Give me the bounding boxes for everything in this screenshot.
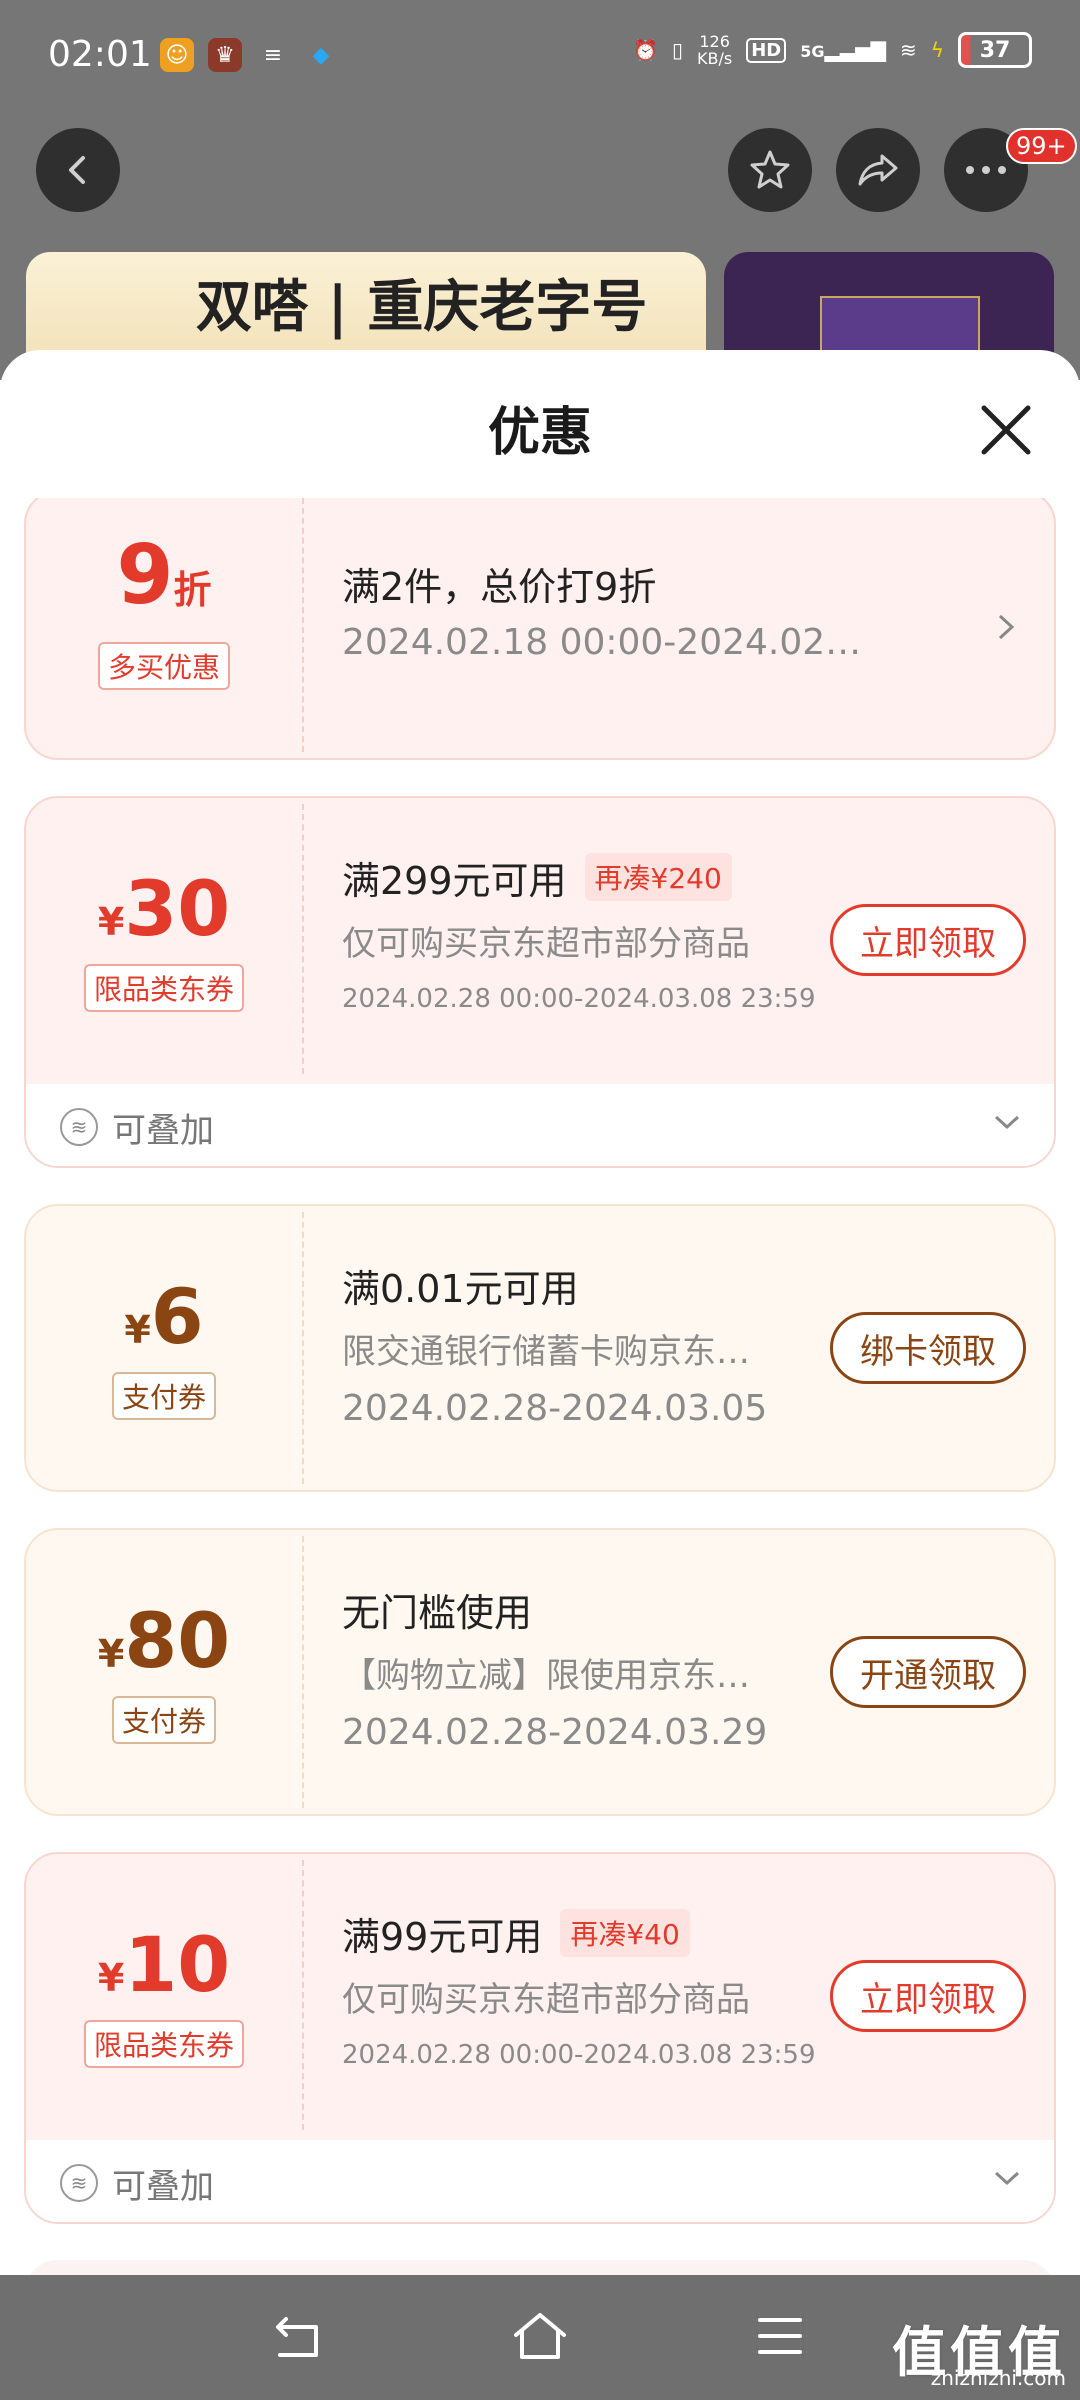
storage-notification-icon: ≡ — [263, 42, 283, 68]
stack-icon: ≋ — [60, 1108, 98, 1146]
stack-icon: ≋ — [60, 2164, 98, 2202]
sheet-title: 优惠 — [487, 403, 592, 463]
claim-coupon-button[interactable]: 立即领取 — [830, 1960, 1026, 2032]
watermark-domain: zhizhizhi.com — [930, 2366, 1066, 2390]
coupon-type-tag: 限品类东券 — [83, 2020, 245, 2068]
activate-claim-button[interactable]: 开通领取 — [830, 1636, 1026, 1708]
coupon-condition: 满2件，总价打9折 — [342, 564, 657, 609]
bind-card-claim-button[interactable]: 绑卡领取 — [830, 1312, 1026, 1384]
notification-icons: ☺ ♛ ≡ ◆ — [160, 38, 338, 72]
coupon-card[interactable]: ¥80 支付券 无门槛使用 【购物立减】限使用京东… 2024.02.28-20… — [24, 1528, 1056, 1816]
next-coupon-card-peek — [24, 2260, 1056, 2275]
coupon-currency: ¥ — [97, 1632, 125, 1676]
claim-coupon-button[interactable]: 立即领取 — [830, 904, 1026, 976]
chevron-down-icon — [994, 1115, 1020, 1130]
dashed-divider — [302, 498, 304, 752]
coupon-date: 2024.02.28-2024.03.05 — [342, 1388, 768, 1429]
coupon-sheet: 优惠 9折 多买优惠 满2件，总价打9折 2024.02.18 00:00-20… — [0, 350, 1080, 2275]
signal-icon: 5G▂▃▅▇ — [800, 38, 887, 62]
dashed-divider — [302, 1860, 304, 2130]
coupon-scope: 【购物立减】限使用京东… — [342, 1656, 750, 1696]
coupon-amount-area: ¥6 支付券 — [26, 1206, 302, 1490]
chevron-down-icon — [994, 2171, 1020, 2186]
back-gesture-icon[interactable] — [272, 2313, 328, 2363]
stackable-row[interactable]: ≋ 可叠加 — [26, 2140, 1054, 2222]
wifi-icon: ≋ — [900, 38, 917, 62]
qq-notification-icon: ◆ — [312, 42, 330, 68]
share-icon — [858, 154, 898, 186]
coupon-amount-area: ¥30 限品类东券 — [26, 798, 302, 1084]
coupon-unit: 折 — [173, 568, 212, 612]
coupon-list[interactable]: 9折 多买优惠 满2件，总价打9折 2024.02.18 00:00-2024.… — [0, 498, 1080, 2275]
coupon-type-tag: 限品类东券 — [83, 964, 245, 1012]
game-notification-icon: ♛ — [208, 38, 242, 72]
dashed-divider — [302, 1536, 304, 1808]
coupon-amount: 10 — [124, 1920, 231, 2009]
stackable-label: 可叠加 — [112, 1110, 214, 1151]
star-icon — [750, 150, 790, 189]
coupon-type-tag: 支付券 — [111, 1372, 217, 1420]
chevron-right-icon[interactable] — [994, 610, 1018, 644]
coupon-date: 2024.02.28 00:00-2024.03.08 23:59 — [342, 2040, 816, 2070]
menu-icon[interactable] — [756, 2315, 804, 2357]
status-bar: 02:01 ☺ ♛ ≡ ◆ ⏰ ▯ 126 KB/s HD 5G▂▃▅▇ ≋ ϟ … — [0, 0, 1080, 120]
coupon-amount-area: ¥10 限品类东券 — [26, 1854, 302, 2140]
coupon-info: 无门槛使用 【购物立减】限使用京东… 2024.02.28-2024.03.29 — [342, 1584, 802, 1754]
dashed-divider — [302, 1212, 304, 1484]
coupon-extra-badge: 再凑¥240 — [584, 853, 732, 901]
coupon-extra-badge: 再凑¥40 — [560, 1909, 690, 1957]
banner-brand-text: 双嗒 | 重庆老字号 — [196, 274, 648, 340]
coupon-scope: 仅可购买京东超市部分商品 — [342, 1980, 750, 2020]
coupon-condition: 满299元可用 — [342, 858, 567, 903]
charging-icon: ϟ — [930, 38, 944, 62]
coupon-condition: 满99元可用 — [342, 1914, 543, 1959]
coupon-date: 2024.02.28 00:00-2024.03.08 23:59 — [342, 984, 816, 1014]
coupon-amount: 6 — [150, 1272, 204, 1361]
coupon-info: 满2件，总价打9折 2024.02.18 00:00-2024.02.2… — [342, 558, 862, 672]
coupon-info: 满99元可用 再凑¥40 仅可购买京东超市部分商品 2024.02.28 00:0… — [342, 1908, 816, 2070]
coupon-card[interactable]: ¥6 支付券 满0.01元可用 限交通银行储蓄卡购京东… 2024.02.28-… — [24, 1204, 1056, 1492]
coupon-date: 2024.02.28-2024.03.29 — [342, 1712, 768, 1753]
coupon-card[interactable]: 9折 多买优惠 满2件，总价打9折 2024.02.18 00:00-2024.… — [24, 498, 1056, 760]
home-icon[interactable] — [510, 2309, 570, 2363]
coupon-currency: ¥ — [97, 1956, 125, 2000]
hd-icon: HD — [746, 37, 787, 63]
coupon-type-tag: 支付券 — [111, 1696, 217, 1744]
coupon-info: 满0.01元可用 限交通银行储蓄卡购京东… 2024.02.28-2024.03… — [342, 1260, 802, 1430]
coupon-scope: 限交通银行储蓄卡购京东… — [342, 1332, 750, 1372]
coupon-amount: 80 — [124, 1596, 231, 1685]
vibrate-icon: ▯ — [672, 38, 684, 62]
dashed-divider — [302, 804, 304, 1074]
coupon-amount-area: 9折 多买优惠 — [26, 498, 302, 758]
coupon-type-tag: 多买优惠 — [97, 642, 231, 690]
status-time: 02:01 — [48, 34, 152, 75]
more-dots-icon — [966, 166, 1006, 174]
back-arrow-icon — [69, 156, 85, 184]
coupon-amount: 9 — [116, 528, 174, 623]
coupon-card[interactable]: ¥30 限品类东券 满299元可用 再凑¥240 仅可购买京东超市部分商品 202… — [24, 796, 1056, 1168]
message-count-badge: 99+ — [1006, 128, 1077, 164]
stackable-label: 可叠加 — [112, 2166, 214, 2207]
screen: 02:01 ☺ ♛ ≡ ◆ ⏰ ▯ 126 KB/s HD 5G▂▃▅▇ ≋ ϟ … — [0, 0, 1080, 2400]
app-notification-icon: ☺ — [160, 38, 194, 72]
coupon-amount-area: ¥80 支付券 — [26, 1530, 302, 1814]
coupon-info: 满299元可用 再凑¥240 仅可购买京东超市部分商品 2024.02.28 00… — [342, 852, 816, 1014]
network-speed: 126 KB/s — [697, 32, 733, 68]
stackable-row[interactable]: ≋ 可叠加 — [26, 1084, 1054, 1166]
favorite-button[interactable] — [728, 128, 812, 212]
coupon-condition: 无门槛使用 — [342, 1590, 533, 1635]
close-icon[interactable] — [976, 400, 1036, 460]
alarm-icon: ⏰ — [633, 38, 658, 62]
battery-icon: 37 — [958, 32, 1032, 68]
coupon-amount: 30 — [124, 864, 231, 953]
coupon-date: 2024.02.18 00:00-2024.02.2… — [342, 622, 862, 663]
coupon-currency: ¥ — [124, 1308, 151, 1352]
status-indicators: ⏰ ▯ 126 KB/s HD 5G▂▃▅▇ ≋ ϟ 37 — [633, 32, 1032, 68]
coupon-scope: 仅可购买京东超市部分商品 — [342, 924, 750, 964]
coupon-currency: ¥ — [97, 900, 125, 944]
share-button[interactable] — [836, 128, 920, 212]
coupon-condition: 满0.01元可用 — [342, 1266, 579, 1311]
back-button[interactable] — [36, 128, 120, 212]
coupon-card[interactable]: ¥10 限品类东券 满99元可用 再凑¥40 仅可购买京东超市部分商品 2024.… — [24, 1852, 1056, 2224]
